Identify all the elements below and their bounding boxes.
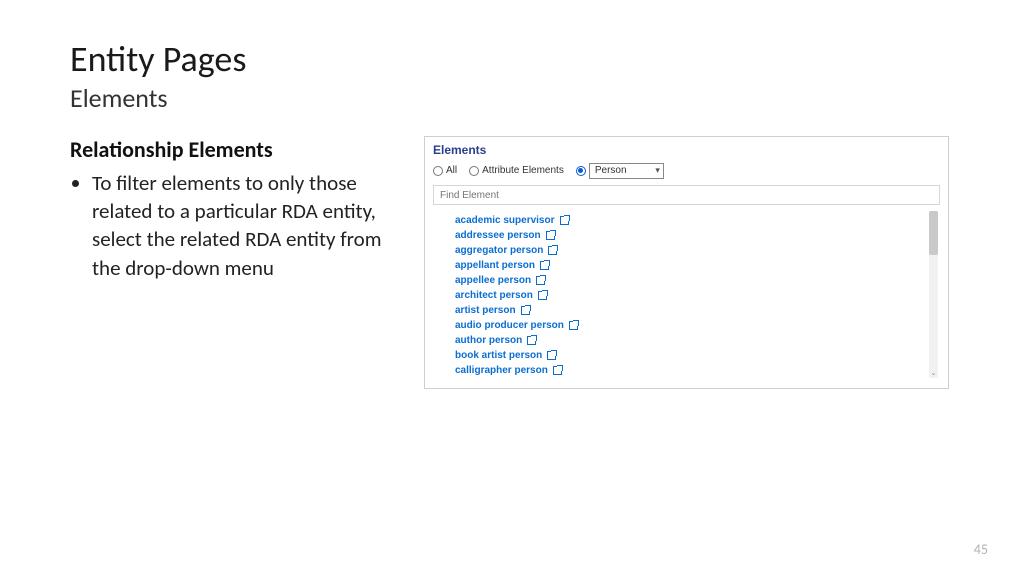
element-list: academic supervisor addressee person aggre… [433,209,940,380]
elements-panel: Elements All Attribute Elements Person ▾ [424,136,949,390]
panel-title: Elements [433,143,940,157]
popout-icon[interactable] [527,336,536,345]
element-link[interactable]: academic supervisor [455,215,555,226]
radio-attribute-label: Attribute Elements [482,165,564,176]
list-item: academic supervisor [455,213,940,228]
chevron-down-icon: ▾ [655,165,660,176]
scroll-thumb[interactable] [929,211,938,255]
slide: Entity Pages Elements Relationship Eleme… [0,0,1024,576]
radio-icon [469,166,479,176]
list-item: author person [455,333,940,348]
list-item: calligrapher person [455,363,940,378]
element-link[interactable]: addressee person [455,230,541,241]
body-row: Relationship Elements To filter elements… [70,136,954,390]
list-item: audio producer person [455,318,940,333]
popout-icon[interactable] [536,276,545,285]
list-item: appellant person [455,258,940,273]
radio-icon [576,166,586,176]
popout-icon[interactable] [553,366,562,375]
left-column: Relationship Elements To filter elements… [70,136,410,390]
bullet-item: To filter elements to only those related… [92,169,410,282]
radio-all[interactable]: All [433,165,457,176]
popout-icon[interactable] [548,246,557,255]
element-link[interactable]: appellant person [455,260,535,271]
radio-entity-dropdown[interactable]: Person ▾ [576,163,664,179]
radio-attribute-elements[interactable]: Attribute Elements [469,165,564,176]
element-link[interactable]: appellee person [455,275,531,286]
element-link[interactable]: architect person [455,290,533,301]
entity-dropdown[interactable]: Person ▾ [589,163,664,179]
bullet-list: To filter elements to only those related… [70,169,410,282]
slide-title: Entity Pages [70,40,954,80]
dropdown-value: Person [595,165,627,176]
list-item: appellee person [455,273,940,288]
popout-icon[interactable] [560,216,569,225]
section-heading: Relationship Elements [70,136,410,163]
popout-icon[interactable] [521,306,530,315]
list-item: architect person [455,288,940,303]
radio-icon [433,166,443,176]
element-link[interactable]: aggregator person [455,245,543,256]
element-link[interactable]: author person [455,335,522,346]
popout-icon[interactable] [538,291,547,300]
list-item: addressee person [455,228,940,243]
slide-subtitle: Elements [70,82,954,114]
element-link[interactable]: audio producer person [455,320,564,331]
element-list-wrap: academic supervisor addressee person aggre… [433,209,940,380]
element-link[interactable]: book artist person [455,350,542,361]
list-item: artist person [455,303,940,318]
list-item: book artist person [455,348,940,363]
radio-all-label: All [446,165,457,176]
filter-row: All Attribute Elements Person ▾ [433,163,940,179]
popout-icon[interactable] [569,321,578,330]
list-item: aggregator person [455,243,940,258]
page-number: 45 [974,541,988,558]
find-element-input[interactable] [433,185,940,205]
element-link[interactable]: calligrapher person [455,365,548,376]
element-link[interactable]: artist person [455,305,516,316]
popout-icon[interactable] [547,351,556,360]
popout-icon[interactable] [540,261,549,270]
scrollbar[interactable]: ⌄ [929,211,938,378]
scroll-down-icon[interactable]: ⌄ [929,370,938,378]
popout-icon[interactable] [546,231,555,240]
